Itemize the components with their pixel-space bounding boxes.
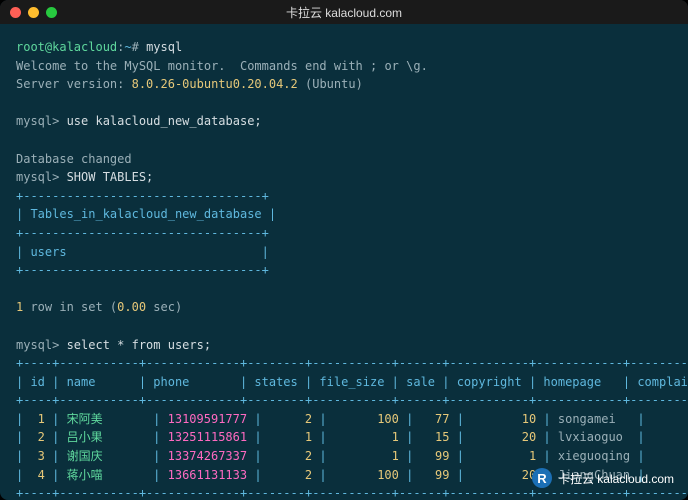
table-header: | id | name | phone | states | file_size… (16, 375, 688, 389)
close-icon[interactable] (10, 7, 21, 18)
output-line: Database changed (16, 152, 132, 166)
command: select * from users; (67, 338, 212, 352)
table-border: +---------------------------------+ (16, 226, 269, 240)
window-title: 卡拉云 kalacloud.com (286, 4, 402, 21)
watermark-text: 卡拉云 kalacloud.com (558, 470, 674, 487)
watermark: R 卡拉云 kalacloud.com (532, 468, 674, 488)
minimize-icon[interactable] (28, 7, 39, 18)
terminal-window: 卡拉云 kalacloud.com root@kalacloud:~# mysq… (0, 0, 688, 500)
table-border: +----+-----------+-------------+--------… (16, 486, 688, 500)
output-line: Welcome to the MySQL monitor. Commands e… (16, 59, 428, 73)
table-border: +---------------------------------+ (16, 263, 269, 277)
titlebar: 卡拉云 kalacloud.com (0, 0, 688, 24)
table-row: | users | (16, 245, 269, 259)
table-border: +----+-----------+-------------+--------… (16, 393, 688, 407)
traffic-lights (10, 7, 57, 18)
command: use kalacloud_new_database; (67, 114, 262, 128)
table-border: +----+-----------+-------------+--------… (16, 356, 688, 370)
server-version: 8.0.26-0ubuntu0.20.04.2 (132, 77, 298, 91)
table-border: +---------------------------------+ (16, 189, 269, 203)
prompt-user: root@kalacloud (16, 40, 117, 54)
mysql-prompt: mysql> (16, 114, 67, 128)
table-header: | Tables_in_kalacloud_new_database | (16, 207, 276, 221)
logo-icon: R (532, 468, 552, 488)
terminal-content[interactable]: root@kalacloud:~# mysql Welcome to the M… (0, 24, 688, 500)
command: mysql (146, 40, 182, 54)
maximize-icon[interactable] (46, 7, 57, 18)
prompt-path: ~ (124, 40, 131, 54)
command: SHOW TABLES; (67, 170, 154, 184)
